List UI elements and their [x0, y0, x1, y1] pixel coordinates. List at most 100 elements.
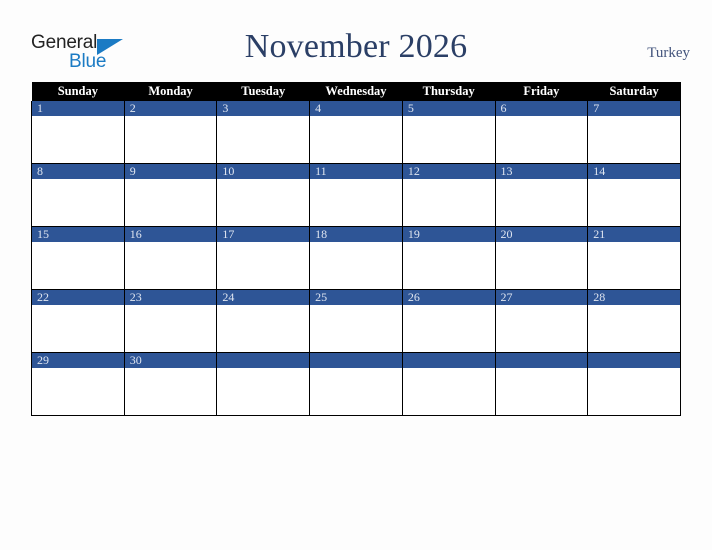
day-notes-area[interactable]	[32, 116, 124, 162]
day-notes-area[interactable]	[310, 305, 402, 351]
calendar-day-cell[interactable]: 24	[216, 289, 311, 353]
calendar-day-cell[interactable]: 15	[31, 226, 125, 290]
calendar-day-cell[interactable]: 26	[401, 289, 496, 353]
day-number: 29	[32, 353, 124, 368]
day-notes-area[interactable]	[310, 116, 402, 162]
calendar-day-cell[interactable]: 4	[309, 101, 403, 164]
day-notes-area[interactable]	[32, 242, 124, 288]
calendar-body: 1 2 3 4 5 6 7 8 9 10 11 12 13 14 15 16 1…	[31, 101, 681, 416]
calendar-day-cell[interactable]: 5	[401, 101, 496, 164]
day-notes-area[interactable]	[217, 242, 309, 288]
calendar-day-cell[interactable]: 3	[216, 101, 311, 164]
day-number: 22	[32, 290, 124, 305]
calendar-week-row: 29 30	[31, 352, 681, 416]
day-notes-area[interactable]	[32, 179, 124, 225]
calendar-day-cell[interactable]: 29	[31, 352, 125, 416]
day-notes-area[interactable]	[588, 179, 680, 225]
day-notes-area[interactable]	[217, 305, 309, 351]
day-notes-area[interactable]	[217, 116, 309, 162]
day-number: 14	[588, 164, 680, 179]
day-notes-area[interactable]	[125, 305, 217, 351]
day-number: 2	[124, 101, 217, 116]
day-notes-area[interactable]	[496, 179, 588, 225]
day-number: 9	[124, 164, 217, 179]
day-notes-area[interactable]	[125, 242, 217, 288]
day-notes-area[interactable]	[588, 116, 680, 162]
day-notes-area[interactable]	[32, 368, 124, 414]
calendar-day-cell[interactable]: 14	[587, 163, 681, 227]
weekday-header-sunday: Sunday	[31, 82, 125, 101]
day-notes-area[interactable]	[588, 242, 680, 288]
calendar-day-cell[interactable]: 21	[587, 226, 681, 290]
day-number: 10	[217, 164, 310, 179]
calendar-week-row: 1 2 3 4 5 6 7	[31, 101, 681, 164]
calendar-day-cell[interactable]: 11	[309, 163, 403, 227]
calendar-day-cell[interactable]: 6	[494, 101, 589, 164]
day-number: 7	[588, 101, 680, 116]
day-notes-area[interactable]	[403, 116, 495, 162]
calendar-day-cell[interactable]: 2	[123, 101, 218, 164]
day-notes-area[interactable]	[217, 368, 309, 414]
day-number	[495, 353, 588, 368]
calendar-day-cell[interactable]: 9	[123, 163, 218, 227]
day-number: 8	[32, 164, 124, 179]
calendar-day-cell[interactable]: 18	[309, 226, 403, 290]
calendar-day-cell[interactable]: 7	[587, 101, 681, 164]
day-notes-area[interactable]	[403, 305, 495, 351]
calendar-day-cell[interactable]: 12	[401, 163, 496, 227]
day-notes-area[interactable]	[125, 368, 217, 414]
day-number: 13	[495, 164, 588, 179]
day-notes-area[interactable]	[310, 179, 402, 225]
day-notes-area[interactable]	[403, 368, 495, 414]
day-number: 24	[217, 290, 310, 305]
day-notes-area[interactable]	[217, 179, 309, 225]
day-number: 30	[124, 353, 217, 368]
day-notes-area[interactable]	[496, 305, 588, 351]
day-notes-area[interactable]	[496, 116, 588, 162]
day-notes-area[interactable]	[588, 305, 680, 351]
day-notes-area[interactable]	[496, 368, 588, 414]
weekday-header-wednesday: Wednesday	[309, 82, 403, 101]
day-number: 4	[310, 101, 402, 116]
calendar-day-cell[interactable]: 30	[123, 352, 218, 416]
calendar-day-cell-empty[interactable]	[494, 352, 589, 416]
day-notes-area[interactable]	[403, 179, 495, 225]
calendar-day-cell[interactable]: 28	[587, 289, 681, 353]
day-number: 15	[32, 227, 124, 242]
calendar-day-cell-empty[interactable]	[216, 352, 311, 416]
calendar-grid: Sunday Monday Tuesday Wednesday Thursday…	[31, 82, 681, 416]
calendar-day-cell[interactable]: 22	[31, 289, 125, 353]
calendar-day-cell-empty[interactable]	[309, 352, 403, 416]
calendar-day-cell-empty[interactable]	[587, 352, 681, 416]
calendar-day-cell[interactable]: 17	[216, 226, 311, 290]
calendar-day-cell[interactable]: 13	[494, 163, 589, 227]
day-number: 20	[495, 227, 588, 242]
day-number	[588, 353, 680, 368]
day-notes-area[interactable]	[496, 242, 588, 288]
day-number	[402, 353, 495, 368]
page-title: November 2026	[244, 28, 468, 65]
calendar-day-cell[interactable]: 10	[216, 163, 311, 227]
weekday-header-saturday: Saturday	[587, 82, 681, 101]
day-number	[217, 353, 310, 368]
weekday-header-friday: Friday	[495, 82, 588, 101]
calendar-day-cell[interactable]: 20	[494, 226, 589, 290]
day-notes-area[interactable]	[588, 368, 680, 414]
day-number	[310, 353, 402, 368]
day-notes-area[interactable]	[32, 305, 124, 351]
calendar-day-cell-empty[interactable]	[401, 352, 496, 416]
day-notes-area[interactable]	[310, 242, 402, 288]
day-number: 28	[588, 290, 680, 305]
calendar-day-cell[interactable]: 16	[123, 226, 218, 290]
day-number: 1	[32, 101, 124, 116]
calendar-day-cell[interactable]: 27	[494, 289, 589, 353]
day-notes-area[interactable]	[403, 242, 495, 288]
day-notes-area[interactable]	[310, 368, 402, 414]
calendar-day-cell[interactable]: 19	[401, 226, 496, 290]
calendar-day-cell[interactable]: 1	[31, 101, 125, 164]
calendar-day-cell[interactable]: 25	[309, 289, 403, 353]
calendar-day-cell[interactable]: 8	[31, 163, 125, 227]
calendar-day-cell[interactable]: 23	[123, 289, 218, 353]
day-notes-area[interactable]	[125, 179, 217, 225]
day-notes-area[interactable]	[125, 116, 217, 162]
